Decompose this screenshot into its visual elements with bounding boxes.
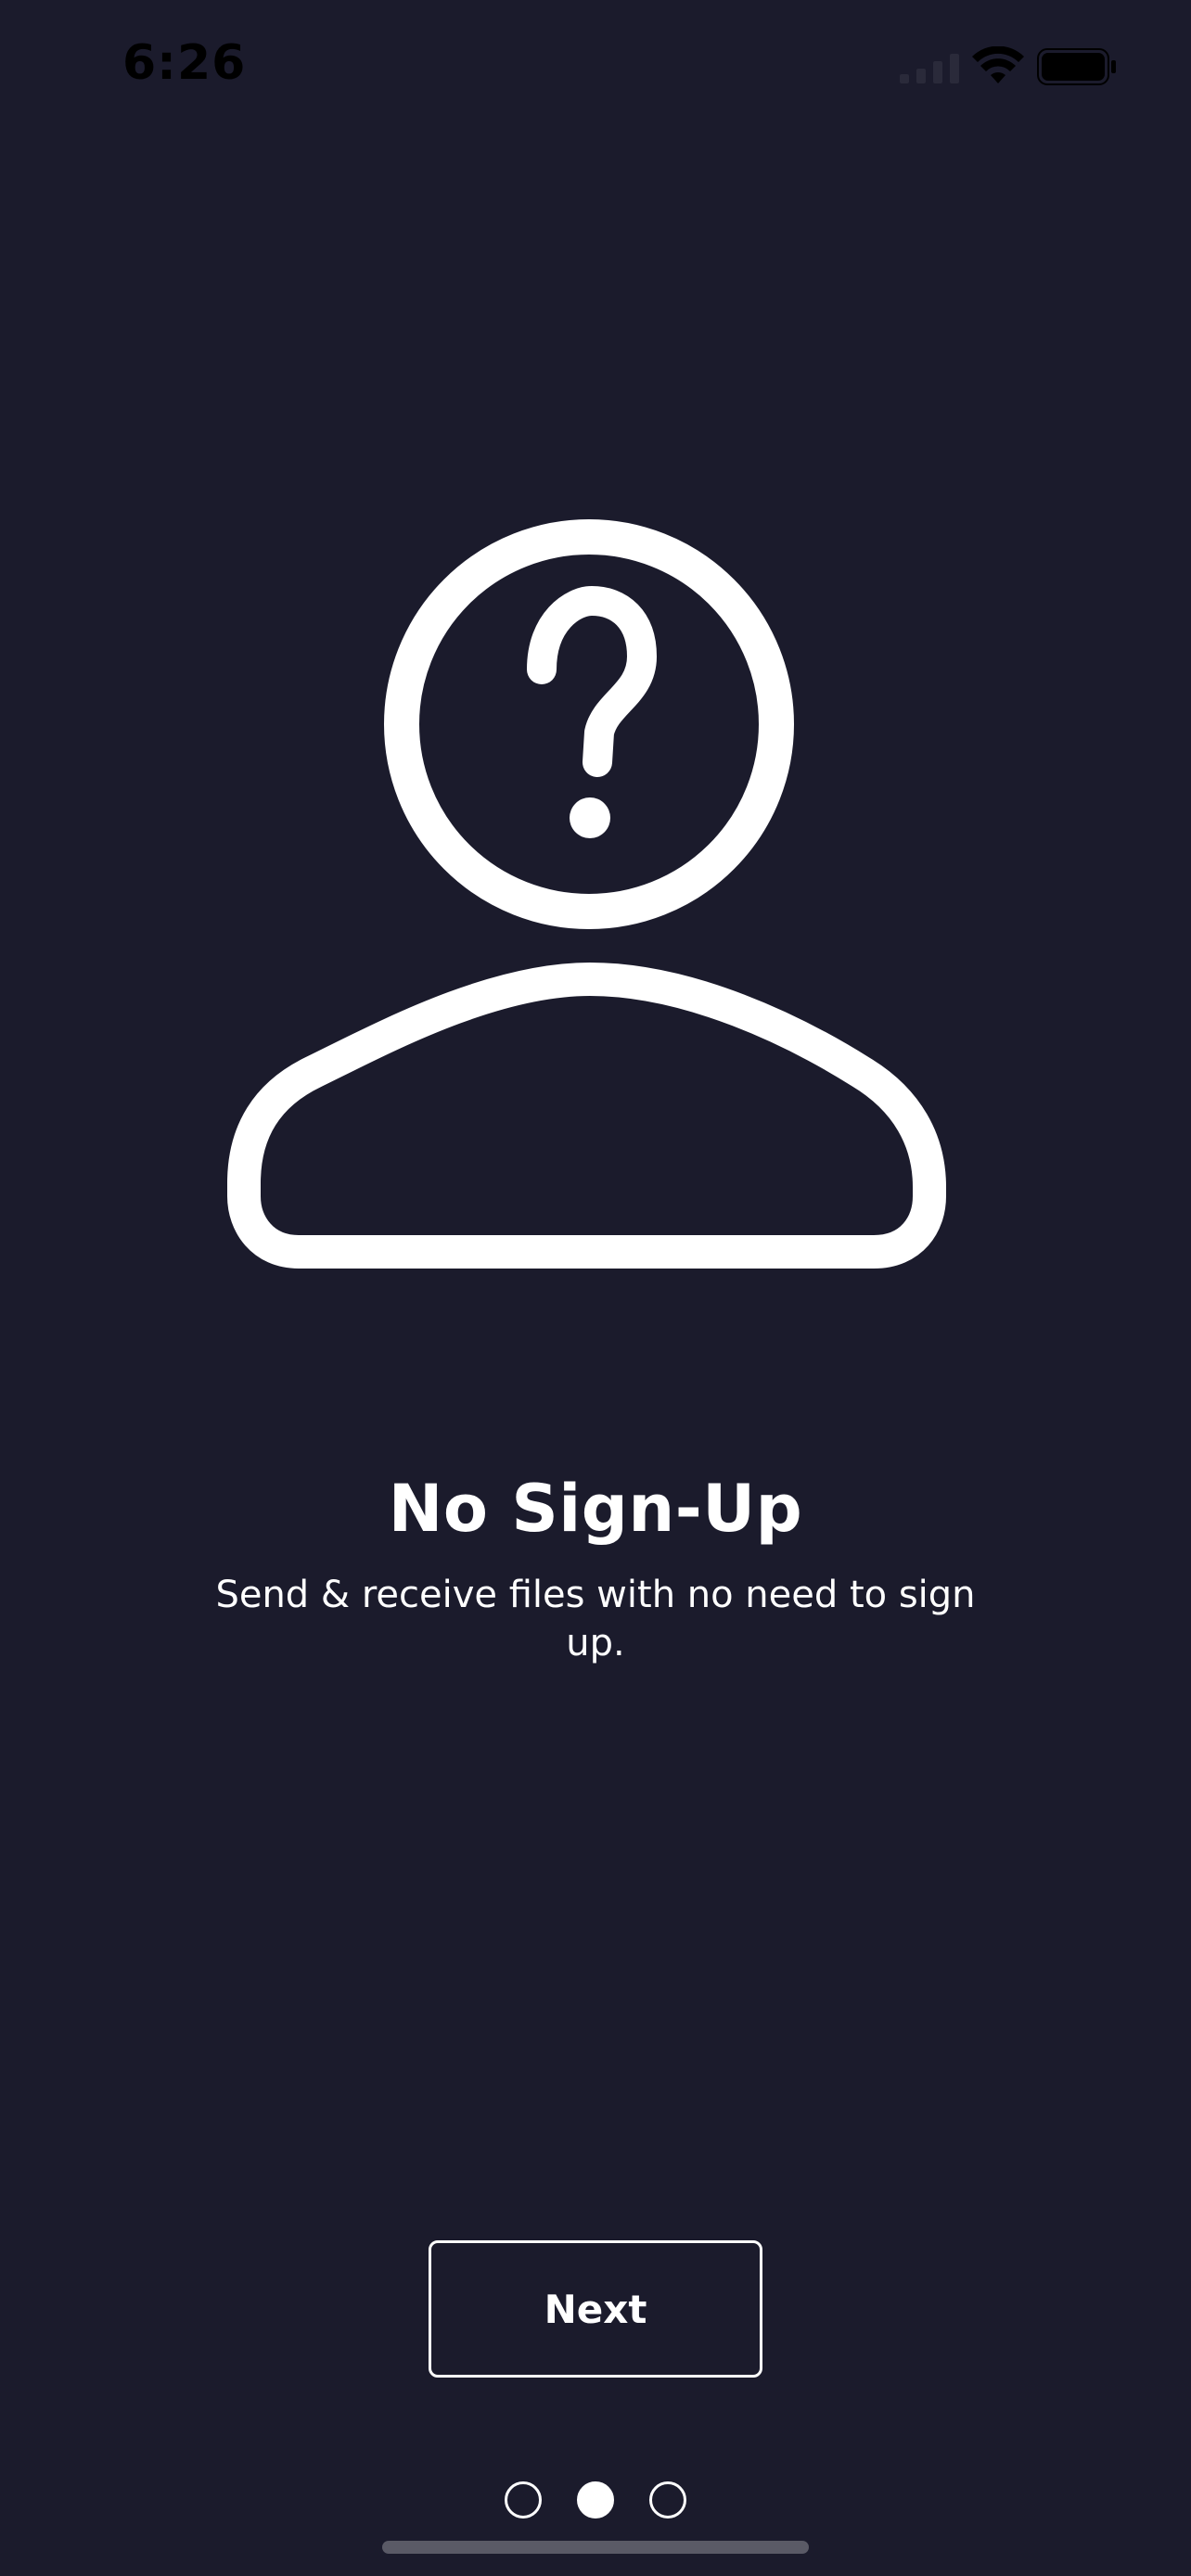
page-dot-1[interactable] xyxy=(505,2481,542,2519)
user-question-icon xyxy=(227,519,946,1269)
onboarding-screen: 6:26 No Sign-Up Send & receive files wit… xyxy=(0,0,1191,2576)
wifi-icon xyxy=(972,46,1024,83)
page-subtitle: Send & receive files with no need to sig… xyxy=(215,1574,976,1664)
page-title: No Sign-Up xyxy=(388,1471,803,1547)
next-button-label: Next xyxy=(544,2286,647,2332)
battery-icon xyxy=(1037,48,1116,85)
next-button[interactable]: Next xyxy=(429,2240,762,2378)
status-time: 6:26 xyxy=(122,35,247,91)
status-bar: 6:26 xyxy=(0,0,1191,139)
signal-icon xyxy=(900,54,959,83)
page-indicator xyxy=(501,2481,690,2522)
page-dot-2[interactable] xyxy=(577,2481,614,2519)
home-indicator[interactable] xyxy=(382,2541,809,2554)
page-dot-3[interactable] xyxy=(649,2481,686,2519)
